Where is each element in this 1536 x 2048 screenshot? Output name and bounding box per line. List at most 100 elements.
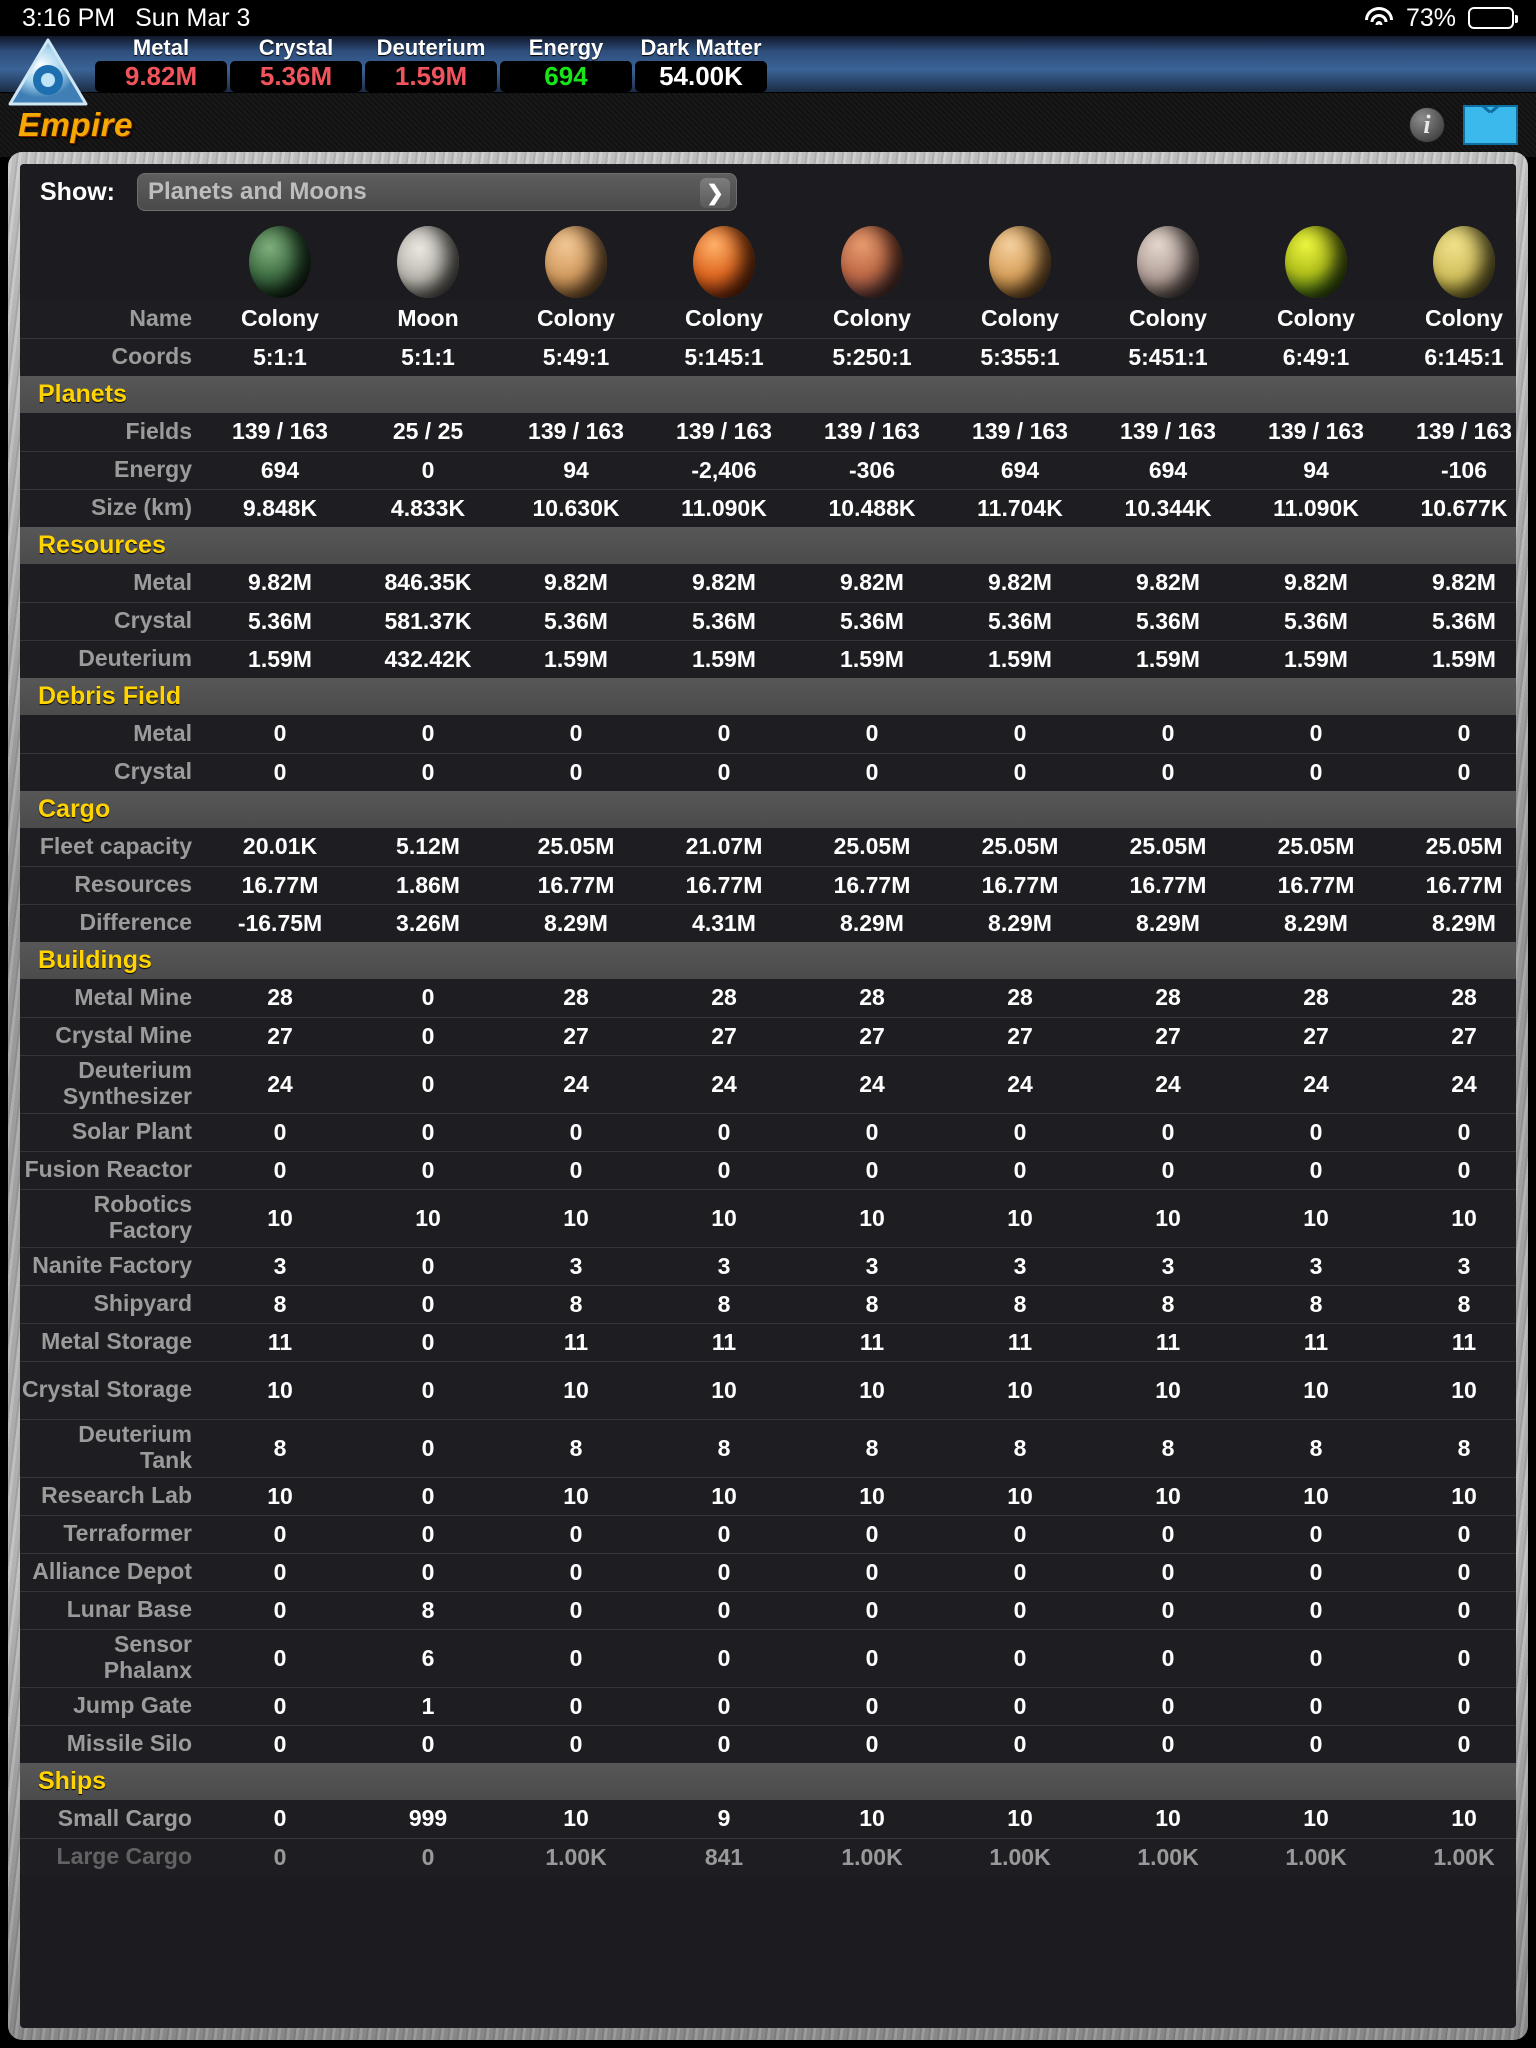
- table-cell: 5.36M: [1242, 601, 1390, 640]
- table-cell: 0: [1094, 1628, 1242, 1687]
- table-cell: 0: [1094, 1150, 1242, 1189]
- table-cell: 0: [1242, 1590, 1390, 1629]
- table-cell: 10: [946, 1188, 1094, 1247]
- show-label: Show:: [40, 177, 115, 206]
- planet-icon-cell[interactable]: [946, 220, 1094, 300]
- table-cell: 5.36M: [946, 601, 1094, 640]
- table-cell: 11.090K: [650, 488, 798, 527]
- table-cell: 0: [354, 1418, 502, 1477]
- table-cell: 0: [1242, 1150, 1390, 1189]
- table-cell: 5:1:1: [206, 337, 354, 376]
- table-cell: 0: [798, 1628, 946, 1687]
- resource-deuterium[interactable]: Deuterium 1.59M: [365, 35, 497, 92]
- table-cell: 0: [206, 1112, 354, 1151]
- planet-icon-cell[interactable]: [798, 220, 946, 300]
- resource-energy[interactable]: Energy 694: [500, 35, 632, 92]
- planet-icon-cell[interactable]: [206, 220, 354, 300]
- row-label: Solar Plant: [20, 1112, 206, 1151]
- planet-icon-cell[interactable]: [650, 220, 798, 300]
- table-row: Crystal Storage 10 0 10 10 10 10 10 10 10: [20, 1360, 1516, 1419]
- planet-icon-jupiter[interactable]: [693, 226, 755, 298]
- table-cell: 0: [1390, 1628, 1516, 1687]
- table-cell: 0: [502, 1590, 650, 1629]
- table-cell: 0: [650, 1628, 798, 1687]
- table-cell: 0: [354, 1322, 502, 1361]
- planet-icon-grey[interactable]: [1137, 226, 1199, 298]
- table-cell: 10: [1094, 1360, 1242, 1419]
- table-row: Terraformer 0 0 0 0 0 0 0 0 0: [20, 1514, 1516, 1553]
- table-cell: -16.75M: [206, 903, 354, 942]
- status-bar-right: 73%: [1364, 4, 1518, 33]
- table-cell: 9.82M: [1136, 569, 1200, 596]
- section-title: Cargo: [20, 791, 1516, 828]
- table-cell: 3: [1390, 1246, 1516, 1285]
- planet-icon-cell[interactable]: [354, 220, 502, 300]
- moon-icon[interactable]: [397, 226, 459, 298]
- table-cell: 8.29M: [1390, 903, 1516, 942]
- section-title: Planets: [20, 376, 1516, 413]
- planet-icon-cell[interactable]: [1242, 220, 1390, 300]
- row-label: Terraformer: [20, 1514, 206, 1553]
- table-row: Metal 0 0 0 0 0 0 0 0 0: [20, 715, 1516, 753]
- planet-icon-cell[interactable]: [1094, 220, 1242, 300]
- table-cell: 25.05M: [1277, 833, 1355, 860]
- row-label: Resources: [20, 865, 206, 904]
- table-cell: 3.26M: [354, 903, 502, 942]
- table-cell: 6: [354, 1628, 502, 1687]
- table-cell: 0: [354, 1246, 502, 1285]
- empire-table-scroll[interactable]: Name Colony Moon Colony Colony Colony Colony Co…: [20, 220, 1516, 2020]
- table-cell: 5.36M: [502, 601, 650, 640]
- table-cell: 1.00K: [1390, 1837, 1516, 1876]
- resource-metal[interactable]: Metal 9.82M: [95, 35, 227, 92]
- table-cell: 27: [1094, 1016, 1242, 1055]
- planet-icon-sand[interactable]: [989, 226, 1051, 298]
- table-cell: 27: [946, 1016, 1094, 1055]
- table-cell: 28: [711, 984, 737, 1011]
- planet-icon-cell[interactable]: [502, 220, 650, 300]
- table-cell: 11: [1390, 1322, 1516, 1361]
- table-cell: 9.82M: [988, 569, 1052, 596]
- resource-crystal[interactable]: Crystal 5.36M: [230, 35, 362, 92]
- chevron-right-icon[interactable]: ❯: [700, 178, 730, 208]
- section-header-row: Buildings: [20, 942, 1516, 979]
- table-cell: 0: [798, 1514, 946, 1553]
- mail-envelope-icon[interactable]: [1463, 105, 1518, 145]
- table-cell: 0: [650, 1514, 798, 1553]
- table-cell: 11.090K: [1242, 488, 1390, 527]
- row-label: Robotics Factory: [20, 1188, 206, 1247]
- table-row: Crystal 0 0 0 0 0 0 0 0 0: [20, 752, 1516, 791]
- show-select[interactable]: Planets and Moons ❯: [137, 173, 737, 211]
- table-cell: 0: [1094, 1514, 1242, 1553]
- planet-icon-green[interactable]: [249, 226, 311, 298]
- table-cell: 0: [206, 1150, 354, 1189]
- planet-icon-yellow[interactable]: [1285, 226, 1347, 298]
- row-label: Fleet capacity: [39, 832, 192, 859]
- planet-icon-desert[interactable]: [545, 226, 607, 298]
- table-cell: 10: [502, 1476, 650, 1515]
- planet-icon-mars[interactable]: [841, 226, 903, 298]
- resource-list: Metal 9.82M Crystal 5.36M Deuterium 1.59…: [95, 35, 770, 92]
- table-cell: 8.29M: [502, 903, 650, 942]
- info-icon[interactable]: i: [1409, 107, 1445, 143]
- table-cell: 9.82M: [544, 569, 608, 596]
- table-cell: 10: [1451, 1805, 1477, 1832]
- table-cell: 0: [798, 1150, 946, 1189]
- table-cell: 1.59M: [1094, 639, 1242, 678]
- planet-icon-gold[interactable]: [1433, 226, 1495, 298]
- show-select-value: Planets and Moons: [148, 178, 367, 205]
- table-cell: 0: [1242, 1628, 1390, 1687]
- table-cell: 16.77M: [798, 865, 946, 904]
- table-cell: 694: [946, 450, 1094, 489]
- table-cell: 0: [1242, 752, 1390, 791]
- page-header: Empire i: [0, 93, 1536, 157]
- planet-icon-cell[interactable]: [1390, 220, 1516, 300]
- table-cell: 8.29M: [1094, 903, 1242, 942]
- resource-dark-matter[interactable]: Dark Matter 54.00K: [635, 35, 767, 92]
- table-cell: 10: [859, 1805, 885, 1832]
- table-cell: 139 / 163: [1268, 418, 1364, 445]
- table-cell: 28: [1303, 984, 1329, 1011]
- table-row: Metal Storage 11 0 11 11 11 11 11 11 11: [20, 1322, 1516, 1361]
- game-logo-icon[interactable]: [6, 36, 90, 110]
- table-cell: 10: [650, 1188, 798, 1247]
- table-cell: 0: [206, 1837, 354, 1876]
